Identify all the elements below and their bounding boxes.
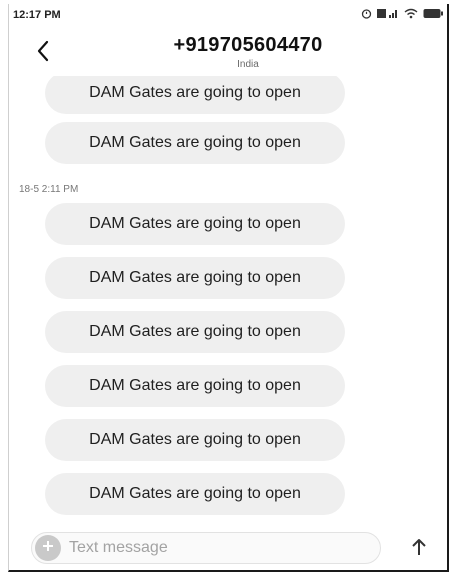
message-list: DAM Gates are going to open DAM Gates ar…: [9, 76, 447, 521]
message-timestamp: 18-5 2:11 PM: [19, 184, 79, 195]
message-bubble[interactable]: DAM Gates are going to open: [45, 76, 345, 114]
status-time: 12:17 PM: [13, 9, 61, 21]
message-bubble[interactable]: DAM Gates are going to open: [45, 311, 345, 353]
message-input[interactable]: [69, 536, 369, 560]
conversation-header: +919705604470 India: [9, 26, 447, 76]
message-bubble[interactable]: DAM Gates are going to open: [45, 203, 345, 245]
messaging-screen: 12:17 PM +919705604470 India DAM Gates a…: [8, 4, 449, 572]
message-bubble[interactable]: DAM Gates are going to open: [45, 365, 345, 407]
alarm-icon: [361, 8, 372, 19]
status-bar: 12:17 PM: [9, 4, 447, 26]
arrow-up-icon: [411, 538, 427, 561]
send-button[interactable]: [405, 535, 433, 563]
battery-icon: [423, 8, 443, 19]
message-bubble[interactable]: DAM Gates are going to open: [45, 473, 345, 515]
message-bubble[interactable]: DAM Gates are going to open: [45, 257, 345, 299]
signal-icon: [377, 8, 399, 19]
message-bubble[interactable]: DAM Gates are going to open: [45, 419, 345, 461]
status-icons: [361, 8, 443, 19]
message-bubble[interactable]: DAM Gates are going to open: [45, 122, 345, 164]
plus-icon: [41, 539, 55, 558]
compose-bar: [9, 521, 447, 570]
contact-number: +919705604470: [173, 34, 323, 56]
contact-country: India: [237, 59, 259, 70]
add-attachment-button[interactable]: [35, 535, 61, 561]
wifi-icon: [404, 8, 418, 19]
